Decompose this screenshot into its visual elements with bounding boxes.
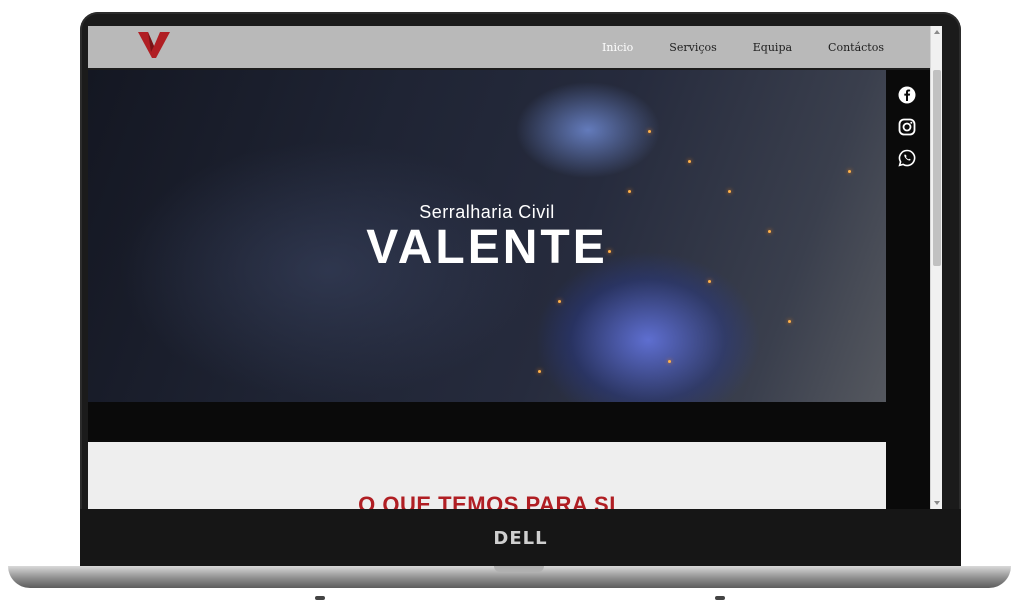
spark-decoration (848, 170, 851, 173)
nav-item-servicos[interactable]: Serviços (669, 41, 716, 54)
spark-decoration (688, 160, 691, 163)
laptop-bezel-bottom: DELL (80, 509, 961, 567)
nav-item-inicio[interactable]: Inicio (602, 41, 633, 54)
hero-bottom-band (88, 402, 886, 442)
spark-decoration (668, 360, 671, 363)
whatsapp-icon[interactable] (898, 149, 916, 167)
spark-decoration (728, 190, 731, 193)
laptop-hinge-notch (494, 566, 544, 572)
nav-item-contactos[interactable]: Contáctos (828, 41, 884, 54)
scroll-thumb[interactable] (933, 70, 941, 266)
hero-banner: Serralharia Civil VALENTE (88, 70, 886, 402)
site-navbar: Inicio Serviços Equipa Contáctos (88, 26, 934, 70)
nav-links: Inicio Serviços Equipa Contáctos (602, 26, 884, 68)
laptop-foot (315, 596, 325, 600)
spark-decoration (648, 130, 651, 133)
nav-item-equipa[interactable]: Equipa (753, 41, 792, 54)
laptop-screen: Inicio Serviços Equipa Contáctos Serralh… (88, 26, 942, 509)
hero-title: VALENTE (366, 221, 608, 274)
spark-decoration (538, 370, 541, 373)
section-title: O QUE TEMOS PARA SI (358, 492, 616, 509)
laptop-mockup: Inicio Serviços Equipa Contáctos Serralh… (0, 0, 1019, 603)
page-scrollbar[interactable] (930, 26, 942, 509)
social-sidebar (886, 70, 930, 509)
spark-decoration (788, 320, 791, 323)
scroll-down-icon[interactable] (934, 501, 940, 505)
spark-decoration (708, 280, 711, 283)
site-logo-icon[interactable] (138, 30, 170, 60)
laptop-foot (715, 596, 725, 600)
services-section: O QUE TEMOS PARA SI (88, 442, 886, 509)
scroll-up-icon[interactable] (934, 30, 940, 34)
facebook-icon[interactable] (898, 86, 916, 104)
device-brand-logo: DELL (493, 527, 548, 549)
instagram-icon[interactable] (898, 118, 916, 136)
spark-decoration (558, 300, 561, 303)
spark-decoration (628, 190, 631, 193)
